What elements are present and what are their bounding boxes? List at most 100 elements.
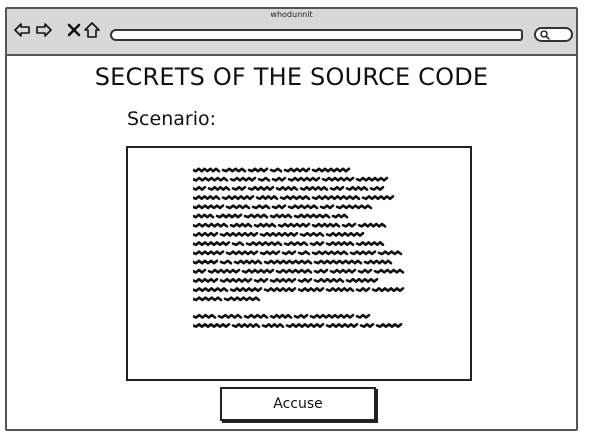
scribble-word (269, 277, 297, 283)
scribble-word (255, 195, 279, 201)
address-bar[interactable] (110, 29, 523, 41)
scribble-word (263, 287, 297, 293)
scribble-word (319, 204, 335, 210)
back-button[interactable] (14, 22, 30, 38)
scenario-placeholder-text (193, 166, 408, 361)
scribble-word (311, 250, 349, 256)
accuse-button[interactable]: Accuse (220, 387, 376, 421)
scribble-word (325, 287, 355, 293)
scribble-word (243, 213, 269, 219)
scribble-word (223, 296, 261, 302)
scribble-word (269, 313, 293, 319)
scribble-word (193, 176, 229, 182)
scribble-word (363, 259, 393, 265)
scribble-word (335, 204, 373, 210)
stop-button[interactable] (66, 22, 82, 38)
scribble-word (253, 222, 277, 228)
scribble-text-graphic (193, 167, 405, 328)
scribble-word (215, 213, 243, 219)
scribble-word (259, 231, 299, 237)
scribble-word (281, 250, 297, 256)
scribble-word (193, 167, 221, 173)
scribble-word (217, 313, 243, 319)
scribble-word (345, 185, 369, 191)
scribble-word (349, 250, 377, 256)
scribble-word (357, 268, 373, 274)
scribble-word (345, 277, 379, 283)
window-title: whodunnit (270, 10, 313, 19)
scribble-word (225, 250, 259, 256)
scribble-word (285, 323, 325, 328)
scribble-word (311, 222, 341, 228)
scribble-word (271, 204, 287, 210)
scribble-word (309, 241, 325, 247)
scribble-word (241, 268, 275, 274)
scribble-word (263, 259, 313, 265)
scribble-word (229, 176, 257, 182)
scribble-word (271, 176, 287, 182)
scribble-word (193, 259, 219, 265)
scribble-word (311, 195, 361, 201)
scribble-word (293, 313, 309, 319)
scribble-word (287, 204, 319, 210)
scribble-word (321, 176, 355, 182)
scenario-label: Scenario: (127, 108, 216, 130)
scenario-text-box (126, 146, 472, 381)
scribble-word (193, 323, 231, 328)
scribble-word (371, 287, 405, 293)
scribble-word (207, 185, 231, 191)
scribble-word (309, 313, 355, 319)
scribble-word (283, 241, 309, 247)
search-icon (540, 30, 550, 40)
scribble-word (193, 222, 229, 228)
scribble-word (297, 250, 311, 256)
forward-button[interactable] (36, 22, 52, 38)
scribble-word (243, 313, 269, 319)
scribble-word (375, 323, 403, 328)
search-button[interactable] (534, 27, 573, 42)
scribble-word (269, 213, 293, 219)
arrow-right-icon (36, 23, 52, 37)
scribble-word (341, 222, 357, 228)
scribble-word (355, 241, 385, 247)
scribble-word (225, 204, 251, 210)
page-content: SECRETS OF THE SOURCE CODE Scenario: Acc… (7, 56, 576, 431)
browser-toolbar: whodunnit (7, 9, 576, 56)
scribble-word (259, 250, 281, 256)
scribble-word (261, 323, 285, 328)
home-button[interactable] (84, 22, 100, 38)
scribble-word (257, 176, 271, 182)
scribble-word (193, 296, 223, 302)
scribble-word (193, 185, 207, 191)
scribble-word (325, 323, 359, 328)
scribble-word (297, 287, 325, 293)
scribble-word (247, 185, 275, 191)
scribble-word (325, 231, 365, 237)
scribble-word (193, 277, 219, 283)
scribble-word (277, 222, 311, 228)
scribble-word (247, 167, 269, 173)
arrow-left-icon (14, 23, 30, 37)
scribble-word (287, 176, 321, 182)
scribble-word (193, 250, 225, 256)
scribble-word (359, 323, 375, 328)
scribble-word (245, 241, 283, 247)
scribble-word (355, 176, 389, 182)
scribble-word (369, 185, 385, 191)
scribble-word (231, 241, 245, 247)
scribble-word (357, 222, 387, 228)
scribble-word (331, 213, 349, 219)
scribble-word (219, 231, 259, 237)
scribble-word (299, 231, 325, 237)
scribble-word (325, 241, 355, 247)
scribble-word (193, 195, 221, 201)
scribble-word (311, 167, 351, 173)
scribble-word (253, 277, 269, 283)
scribble-word (293, 213, 331, 219)
scribble-word (193, 204, 225, 210)
home-icon (84, 22, 100, 38)
scribble-word (283, 167, 311, 173)
scribble-word (329, 268, 357, 274)
scribble-word (329, 185, 345, 191)
page-title: SECRETS OF THE SOURCE CODE (94, 63, 489, 91)
